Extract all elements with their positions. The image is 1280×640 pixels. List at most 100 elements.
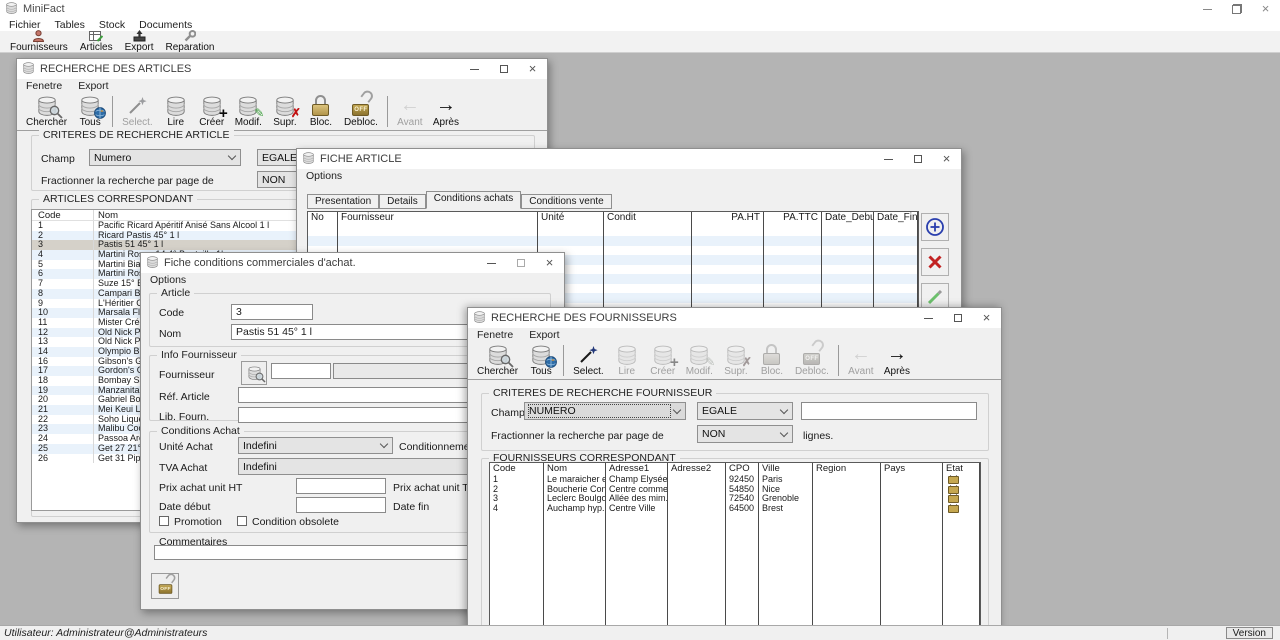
articles-close-button[interactable]: × [518, 59, 547, 79]
table-row[interactable] [490, 543, 980, 553]
articles-button-supr[interactable]: ✗Supr. [267, 94, 303, 128]
unlock-button[interactable]: OFF [151, 573, 179, 599]
articles-button-debloc[interactable]: OFFDebloc. [339, 94, 383, 128]
table-row[interactable] [490, 533, 980, 543]
tab-presentation[interactable]: Presentation [307, 194, 379, 209]
fournisseurs-button-chercher[interactable]: Chercher [472, 343, 523, 377]
fournisseurs-menu-export[interactable]: Export [527, 329, 561, 341]
table-row[interactable] [490, 591, 980, 601]
main-toolbar-button-fournisseurs[interactable]: Fournisseurs [4, 30, 74, 53]
fournisseurs-button-tous[interactable]: Tous [523, 343, 559, 377]
fournisseurs-button-apr-s[interactable]: →Après [879, 343, 915, 377]
main-menu-documents[interactable]: Documents [137, 19, 194, 31]
articles-maximize-button[interactable] [489, 59, 518, 79]
fiche-article-close-button[interactable]: × [932, 149, 961, 169]
main-toolbar-button-articles[interactable]: Articles [74, 30, 119, 53]
fiche-conditions-minimize-button[interactable] [477, 253, 506, 273]
tab-conditions-vente[interactable]: Conditions vente [521, 194, 612, 209]
fournisseurs-button-avant[interactable]: ←Avant [843, 343, 879, 377]
fournisseurs-button-supr[interactable]: ✗Supr. [718, 343, 754, 377]
articles-menu-fenetre[interactable]: Fenetre [24, 80, 64, 92]
table-row[interactable] [490, 601, 980, 611]
fournisseurs-button-modif[interactable]: ✎Modif. [681, 343, 718, 377]
main-toolbar-button-reparation[interactable]: Reparation [160, 30, 221, 53]
articles-champ-select[interactable]: Numero [89, 149, 241, 166]
table-row[interactable] [490, 582, 980, 592]
table-row[interactable] [490, 562, 980, 572]
fiche-conditions-maximize-button[interactable] [506, 253, 535, 273]
fournisseurs-operator-select[interactable]: EGALE [697, 402, 793, 420]
fournisseur-row[interactable]: 4Auchamp hyp...Centre Ville64500Brest [490, 504, 980, 514]
articles-button-avant[interactable]: ←Avant [392, 94, 428, 128]
articles-button-select[interactable]: Select. [117, 94, 158, 128]
tab-conditions-achats[interactable]: Conditions achats [426, 191, 522, 209]
articles-button-chercher[interactable]: Chercher [21, 94, 72, 128]
fournisseurs-close-button[interactable]: × [972, 308, 1001, 328]
fournisseur-code-field[interactable] [271, 363, 331, 379]
main-restore-button[interactable] [1222, 0, 1251, 18]
add-condition-button[interactable] [921, 213, 949, 241]
main-close-button[interactable]: × [1251, 0, 1280, 18]
articles-button-tous[interactable]: Tous [72, 94, 108, 128]
tab-details[interactable]: Details [379, 194, 426, 209]
table-row[interactable] [490, 572, 980, 582]
condition-obsolete-checkbox[interactable]: Condition obsolete [237, 516, 339, 528]
fournisseurs-titlebar[interactable]: RECHERCHE DES FOURNISSEURS × [468, 308, 1001, 328]
fournisseurs-button-bloc[interactable]: Bloc. [754, 343, 790, 377]
prix-ht-field[interactable] [296, 478, 386, 494]
screen: MiniFact × Fichier Tables Stock Documents F… [0, 0, 1280, 640]
table-row[interactable] [490, 611, 980, 621]
unite-achat-select[interactable]: Indefini [238, 437, 393, 454]
fiche-article-maximize-button[interactable] [903, 149, 932, 169]
fournisseurs-minimize-button[interactable] [914, 308, 943, 328]
articles-button-bloc[interactable]: Bloc. [303, 94, 339, 128]
main-toolbar-button-export[interactable]: Export [119, 30, 160, 53]
articles-button-modif[interactable]: ✎Modif. [230, 94, 267, 128]
articles-button-lire[interactable]: Lire [158, 94, 194, 128]
articles-button-apr-s[interactable]: →Après [428, 94, 464, 128]
table-row[interactable] [490, 514, 980, 524]
articles-button-cr-er[interactable]: +Créer [194, 94, 230, 128]
fournisseurs-menu-fenetre[interactable]: Fenetre [475, 329, 515, 341]
table-row[interactable] [308, 236, 918, 246]
fournisseur-row[interactable]: 2Boucherie Con...Centre comme...54850Nic… [490, 485, 980, 495]
code-field[interactable]: 3 [231, 304, 313, 320]
version-button[interactable]: Version [1226, 627, 1273, 639]
fournisseurs-table[interactable]: CodeNomAdresse1Adresse2CPOVilleRegionPay… [489, 462, 981, 640]
date-debut-field[interactable] [296, 497, 386, 513]
articles-menu-export[interactable]: Export [76, 80, 110, 92]
delete-condition-button[interactable] [921, 248, 949, 276]
main-menu-stock[interactable]: Stock [97, 19, 127, 31]
fiche-conditions-close-button[interactable]: × [535, 253, 564, 273]
fiche-article-menu-options[interactable]: Options [304, 170, 344, 182]
fournisseurs-search-value-field[interactable] [801, 402, 977, 420]
fournisseurs-maximize-button[interactable] [943, 308, 972, 328]
fournisseurs-button-lire[interactable]: Lire [609, 343, 645, 377]
tva-achat-select[interactable]: Indefini [238, 458, 468, 475]
table-header: NoFournisseurUnitéConditPA.HTPA.TTCDate_… [308, 212, 918, 236]
fiche-conditions-menu-options[interactable]: Options [148, 274, 188, 286]
fournisseurs-champ-select[interactable]: NUMERO [524, 402, 686, 420]
articles-minimize-button[interactable] [460, 59, 489, 79]
main-titlebar[interactable]: MiniFact × [0, 0, 1280, 18]
fournisseur-row[interactable]: 3Leclerc BoulgourAllée des mim...72540Gr… [490, 494, 980, 504]
promotion-checkbox[interactable]: Promotion [159, 516, 222, 528]
articles-titlebar[interactable]: RECHERCHE DES ARTICLES × [17, 59, 547, 79]
fournisseurs-pagination-select[interactable]: NON [697, 425, 793, 443]
table-row[interactable] [490, 523, 980, 533]
table-row[interactable] [490, 553, 980, 563]
fiche-article-titlebar[interactable]: FICHE ARTICLE × [297, 149, 961, 169]
fournisseur-row[interactable]: 1Le maraicher e...Champ Elysée92450Paris [490, 475, 980, 485]
fournisseur-search-button[interactable] [241, 361, 267, 385]
pencil-icon [926, 288, 944, 306]
fournisseurs-button-select[interactable]: Select. [568, 343, 609, 377]
fiche-article-minimize-button[interactable] [874, 149, 903, 169]
main-minimize-button[interactable] [1193, 0, 1222, 18]
fournisseurs-button-debloc[interactable]: OFFDebloc. [790, 343, 834, 377]
main-menu-tables[interactable]: Tables [53, 19, 87, 31]
select-wand-icon [124, 94, 150, 117]
fiche-conditions-titlebar[interactable]: Fiche conditions commerciales d'achat. × [141, 253, 564, 273]
main-toolbar: FournisseursArticlesExportReparation [0, 31, 1280, 53]
main-menu-fichier[interactable]: Fichier [7, 19, 43, 31]
fournisseurs-button-cr-er[interactable]: +Créer [645, 343, 681, 377]
